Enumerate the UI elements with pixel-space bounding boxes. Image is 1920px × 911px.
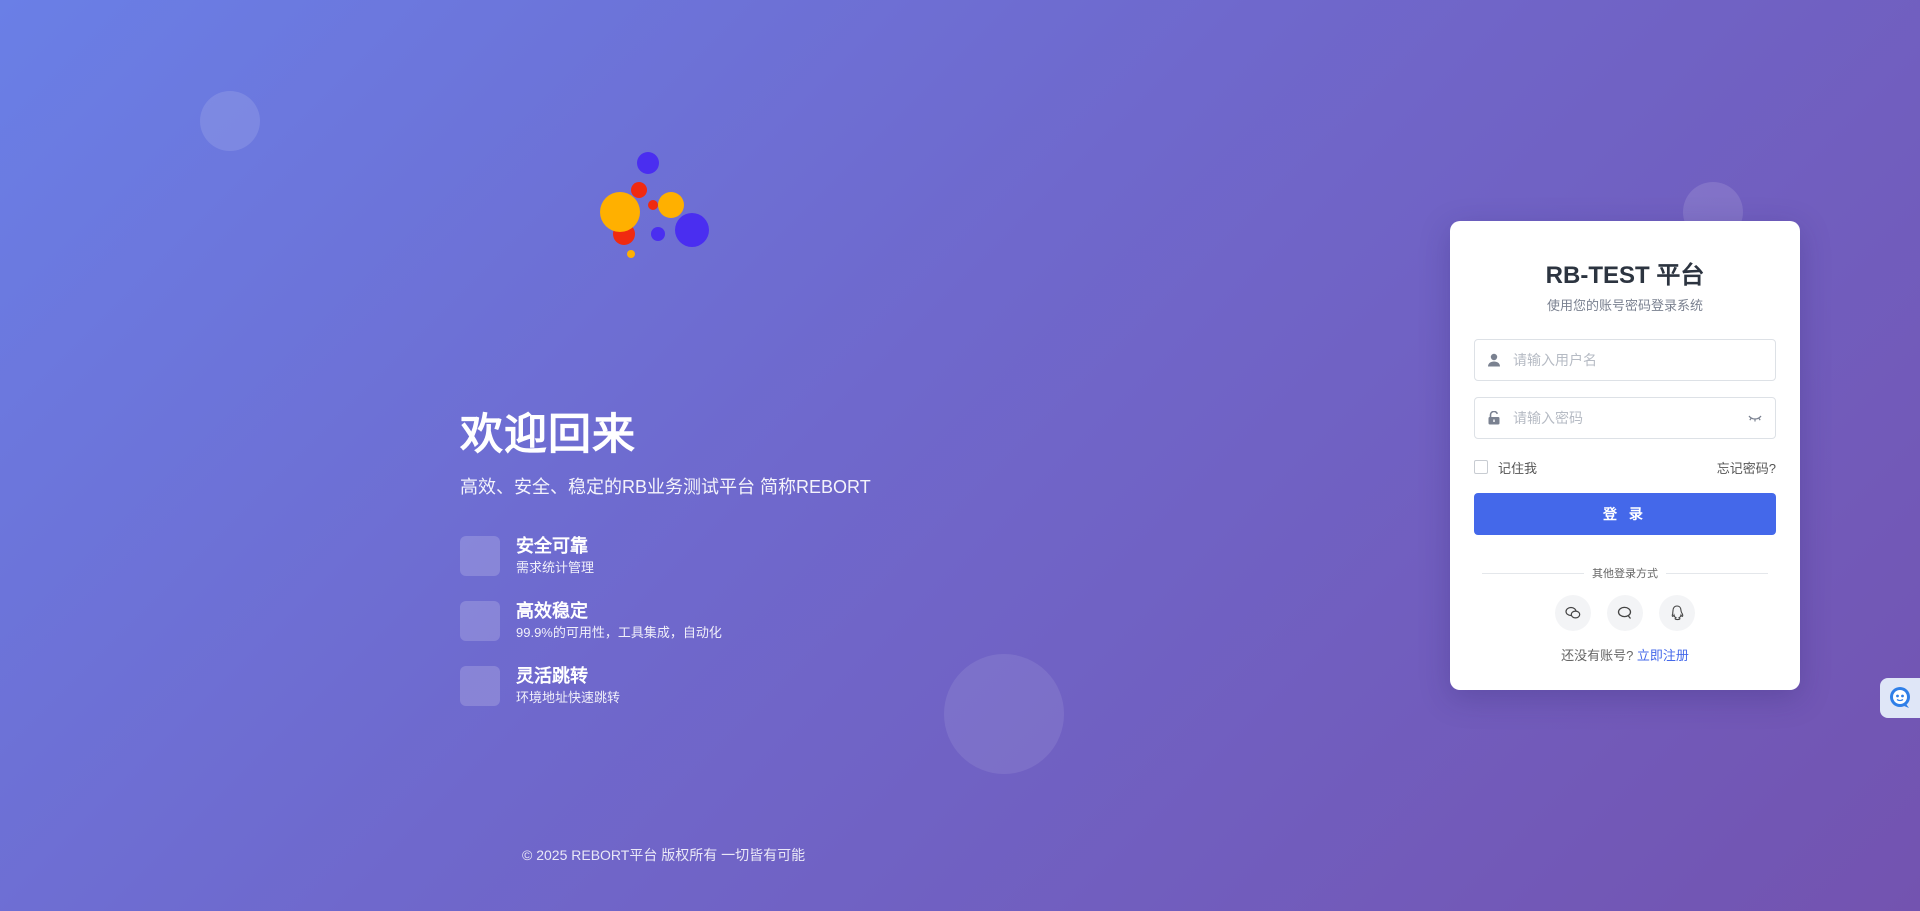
feature-item: 高效稳定 99.9%的可用性，工具集成，自动化	[460, 601, 980, 641]
feature-icon	[460, 536, 500, 576]
login-subtitle: 使用您的账号密码登录系统	[1546, 298, 1703, 313]
hero-subtitle: 高效、安全、稳定的RB业务测试平台 简称REBORT	[460, 477, 871, 497]
forgot-password-link[interactable]: 忘记密码?	[1717, 458, 1776, 477]
eye-closed-icon[interactable]	[1747, 412, 1763, 424]
register-prompt: 还没有账号?	[1561, 648, 1634, 663]
social-login-list	[1474, 595, 1776, 631]
login-card: RB-TEST 平台 使用您的账号密码登录系统 记住我 忘记密码? 登 录 其他…	[1450, 221, 1800, 690]
password-field	[1474, 397, 1776, 439]
register-link[interactable]: 立即注册	[1637, 648, 1689, 663]
lock-icon	[1488, 411, 1500, 425]
feature-desc: 环境地址快速跳转	[516, 690, 621, 705]
register-row: 还没有账号? 立即注册	[1474, 645, 1776, 664]
feature-title: 高效稳定	[516, 601, 588, 621]
other-methods-label: 其他登录方式	[1592, 568, 1658, 580]
wechat-icon	[1565, 606, 1581, 619]
feature-title: 灵活跳转	[516, 666, 588, 686]
decor-bubble	[200, 91, 260, 151]
user-icon	[1488, 353, 1500, 367]
wechat-login-button[interactable]	[1555, 595, 1591, 631]
feature-item: 灵活跳转 环境地址快速跳转	[460, 666, 980, 706]
feature-item: 安全可靠 需求统计管理	[460, 536, 980, 576]
feature-desc: 99.9%的可用性，工具集成，自动化	[516, 625, 722, 640]
footer-copyright: © 2025 REBORT平台 版权所有 一切皆有可能	[522, 847, 806, 863]
login-button[interactable]: 登 录	[1474, 493, 1776, 535]
message-icon	[1617, 606, 1632, 619]
login-title: RB-TEST 平台	[1545, 262, 1705, 289]
username-field	[1474, 339, 1776, 381]
feature-icon	[460, 601, 500, 641]
message-login-button[interactable]	[1607, 595, 1643, 631]
feature-list: 安全可靠 需求统计管理 高效稳定 99.9%的可用性，工具集成，自动化 灵活跳转…	[460, 536, 980, 706]
password-input[interactable]	[1513, 410, 1747, 426]
hero-section: 欢迎回来 高效、安全、稳定的RB业务测试平台 简称REBORT 安全可靠 需求统…	[460, 408, 980, 731]
qq-icon	[1671, 605, 1684, 621]
brand-logo	[600, 152, 709, 258]
qq-login-button[interactable]	[1659, 595, 1695, 631]
remember-checkbox[interactable]	[1474, 460, 1488, 474]
chat-bot-icon	[1890, 687, 1910, 708]
remember-me[interactable]: 记住我	[1474, 458, 1537, 477]
feature-desc: 需求统计管理	[516, 560, 595, 575]
hero-title: 欢迎回来	[460, 411, 636, 459]
feature-icon	[460, 666, 500, 706]
other-methods-divider: 其他登录方式	[1474, 565, 1776, 581]
chat-float-button[interactable]	[1880, 678, 1920, 718]
remember-label: 记住我	[1498, 460, 1538, 476]
feature-title: 安全可靠	[516, 536, 588, 556]
username-input[interactable]	[1513, 352, 1763, 368]
